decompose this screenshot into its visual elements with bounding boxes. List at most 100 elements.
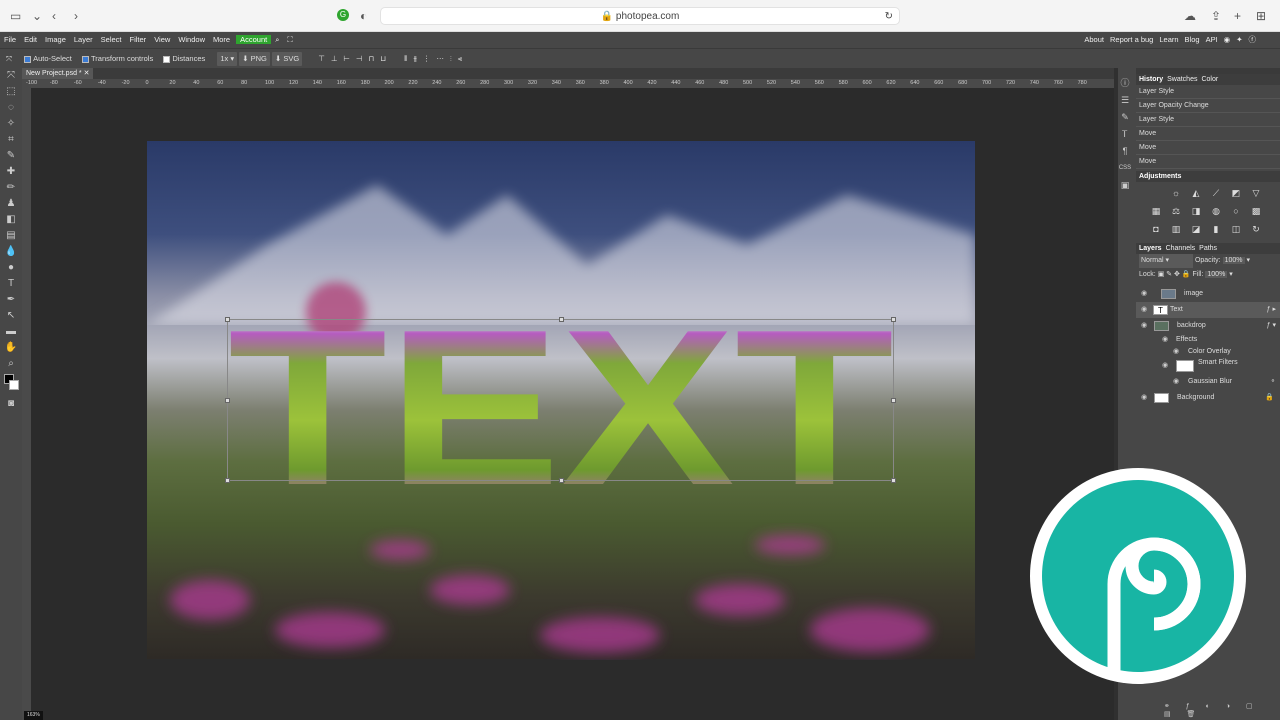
history-item[interactable]: Layer Style	[1136, 113, 1280, 127]
report-bug-link[interactable]: Report a bug	[1110, 35, 1153, 44]
healing-brush-icon[interactable]: ✚	[0, 164, 22, 180]
hand-tool-icon[interactable]: ✋	[0, 340, 22, 356]
layer-row-background[interactable]: ◉ Background 🔒	[1136, 390, 1280, 406]
gradient-tool-icon[interactable]: ▤	[0, 228, 22, 244]
address-bar[interactable]: 🔒 photopea.com ↻	[380, 7, 900, 25]
invert-icon[interactable]: ◘	[1146, 221, 1166, 238]
eye-icon[interactable]: ◉	[1173, 346, 1179, 358]
transform-controls-checkbox[interactable]: Transform controls	[81, 54, 153, 63]
history-item[interactable]: Move	[1136, 141, 1280, 155]
clone-stamp-icon[interactable]: ♟	[0, 196, 22, 212]
gradient-map-icon[interactable]: ▮	[1206, 221, 1226, 238]
lasso-tool-icon[interactable]: ◌	[0, 100, 22, 116]
sidebar-icon[interactable]: ▭	[10, 9, 21, 23]
rectangle-tool-icon[interactable]: ▬	[0, 324, 22, 340]
account-button[interactable]: Account	[236, 35, 272, 44]
hue-saturation-icon[interactable]: ▦	[1146, 203, 1166, 220]
about-link[interactable]: About	[1084, 35, 1104, 44]
color-balance-icon[interactable]: ⚖	[1166, 203, 1186, 220]
blog-link[interactable]: Blog	[1185, 35, 1200, 44]
background-color[interactable]	[9, 380, 19, 390]
reddit-icon[interactable]: ◉	[1224, 35, 1231, 44]
tab-new-project[interactable]: New Project.psd * ✕	[22, 68, 94, 79]
menu-file[interactable]: File	[0, 32, 20, 48]
distribute-icons[interactable]: ⫴⫵⋮⋯⫶⫷	[404, 54, 468, 63]
lock-icons[interactable]: ▣ ✎ ✥ 🔒	[1158, 271, 1191, 278]
move-tool-icon[interactable]: ⤧	[0, 68, 22, 84]
new-tab-icon[interactable]: +	[1234, 9, 1241, 23]
layer-gaussian-blur-row[interactable]: ◉ Gaussian Blur ⚬	[1136, 374, 1280, 390]
eye-icon[interactable]: ◉	[1162, 334, 1168, 346]
color-lookup-icon[interactable]: ▩	[1246, 203, 1266, 220]
menu-edit[interactable]: Edit	[20, 32, 41, 48]
tab-color[interactable]: Color	[1201, 76, 1218, 83]
eye-icon[interactable]: ◉	[1162, 358, 1168, 374]
close-icon[interactable]: ✕	[84, 70, 90, 77]
api-link[interactable]: API	[1206, 35, 1218, 44]
auto-select-checkbox[interactable]: Auto-Select	[24, 54, 72, 63]
facebook-icon[interactable]: ⓕ	[1249, 35, 1257, 44]
path-select-icon[interactable]: ↖	[0, 308, 22, 324]
layer-effects-row[interactable]: ◉ Effects	[1136, 334, 1280, 346]
transform-bounding-box[interactable]	[225, 317, 896, 483]
reload-icon[interactable]: ↻	[885, 8, 893, 25]
effects-icon[interactable]: ƒ ▾	[1267, 318, 1276, 334]
eye-icon[interactable]: ◉	[1141, 286, 1147, 302]
eye-icon[interactable]: ◉	[1141, 318, 1147, 334]
type-tool-icon[interactable]: T	[0, 276, 22, 292]
layer-row-image[interactable]: ◉ image	[1136, 286, 1280, 302]
tab-layers[interactable]: Layers	[1139, 245, 1162, 252]
brightness-icon[interactable]: ☼	[1166, 185, 1186, 202]
blur-tool-icon[interactable]: 💧	[0, 244, 22, 260]
history-item[interactable]: Move	[1136, 155, 1280, 169]
brush-tool-icon[interactable]: ✏	[0, 180, 22, 196]
menu-view[interactable]: View	[150, 32, 174, 48]
eye-icon[interactable]: ◉	[1141, 302, 1147, 318]
eye-icon[interactable]: ◉	[1141, 390, 1147, 406]
magic-wand-icon[interactable]: ✧	[0, 116, 22, 132]
filter-options-icon[interactable]: ⚬	[1270, 374, 1276, 390]
opacity-input[interactable]: 100%	[1222, 257, 1245, 264]
layer-row-backdrop[interactable]: ◉ backdrop ƒ ▾	[1136, 318, 1280, 334]
eye-icon[interactable]: ◉	[1173, 374, 1179, 390]
fullscreen-icon[interactable]: ⛶	[283, 32, 296, 48]
transform-handle[interactable]	[559, 317, 564, 322]
transform-handle[interactable]	[225, 317, 230, 322]
eraser-tool-icon[interactable]: ◧	[0, 212, 22, 228]
transform-handle[interactable]	[891, 317, 896, 322]
marquee-tool-icon[interactable]: ⬚	[0, 84, 22, 100]
grammarly-icon[interactable]: G	[337, 9, 349, 21]
export-png-button[interactable]: ⬇ PNG	[239, 52, 270, 66]
menu-filter[interactable]: Filter	[126, 32, 151, 48]
pen-tool-icon[interactable]: ✒	[0, 292, 22, 308]
levels-icon[interactable]: ◭	[1186, 185, 1206, 202]
forward-icon[interactable]: ›	[74, 9, 78, 23]
tab-paths[interactable]: Paths	[1199, 245, 1217, 252]
photo-filter-icon[interactable]: ◍	[1206, 203, 1226, 220]
layer-actions-bar[interactable]: ⚭ ƒ ◐ ◑ ▢ ▤ 🗑	[1164, 702, 1280, 718]
eyedropper-icon[interactable]: ✎	[0, 148, 22, 164]
channel-mixer-icon[interactable]: ○	[1226, 203, 1246, 220]
tab-swatches[interactable]: Swatches	[1167, 76, 1197, 83]
threshold-icon[interactable]: ◪	[1186, 221, 1206, 238]
zoom-tool-icon[interactable]: ⌕	[0, 356, 22, 372]
replace-color-icon[interactable]: ↻	[1246, 221, 1266, 238]
export-svg-button[interactable]: ⬇ SVG	[271, 52, 303, 66]
chevron-down-icon[interactable]: ⌄	[32, 9, 42, 23]
menu-select[interactable]: Select	[97, 32, 126, 48]
learn-link[interactable]: Learn	[1159, 35, 1178, 44]
transform-handle[interactable]	[225, 398, 230, 403]
dodge-tool-icon[interactable]: ●	[0, 260, 22, 276]
history-item[interactable]: Layer Opacity Change	[1136, 99, 1280, 113]
share-icon[interactable]: ⇪	[1211, 9, 1221, 23]
tabs-overview-icon[interactable]: ⊞	[1256, 9, 1266, 23]
menu-layer[interactable]: Layer	[70, 32, 97, 48]
posterize-icon[interactable]: ▥	[1166, 221, 1186, 238]
distances-checkbox[interactable]: Distances	[163, 54, 205, 63]
menu-window[interactable]: Window	[174, 32, 209, 48]
back-icon[interactable]: ‹	[52, 9, 56, 23]
fill-input[interactable]: 100%	[1205, 271, 1228, 278]
transform-handle[interactable]	[891, 398, 896, 403]
effects-icon[interactable]: ƒ ▸	[1267, 302, 1276, 318]
align-icons[interactable]: ⊤⊥⊢⊣⊓⊔	[318, 54, 392, 63]
